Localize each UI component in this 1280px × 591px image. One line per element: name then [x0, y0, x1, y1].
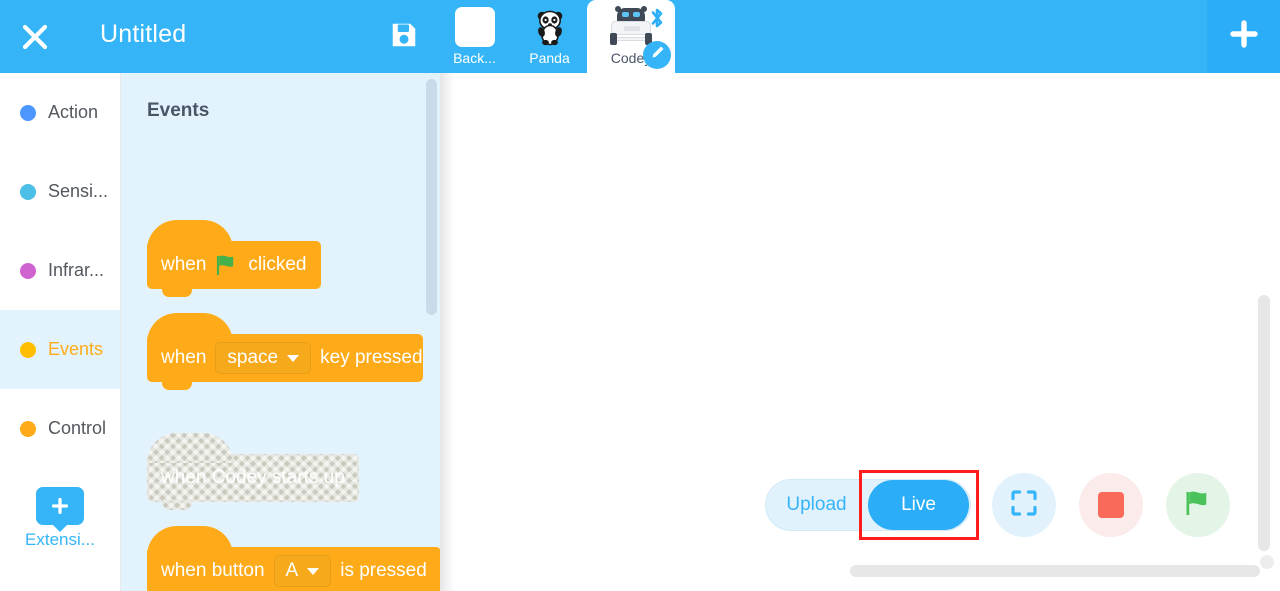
backdrop-thumbnail — [451, 6, 499, 48]
close-x-icon — [20, 22, 50, 52]
category-label: Infrar... — [48, 260, 105, 280]
key-dropdown[interactable]: space — [215, 342, 312, 374]
sidebar-item-events[interactable]: Events — [0, 310, 120, 389]
sidebar-item-infrared[interactable]: Infrar... — [0, 231, 120, 310]
fullscreen-icon — [1010, 489, 1038, 522]
extension-label: Extensi... — [25, 529, 95, 549]
block-text-suffix: is pressed — [340, 560, 427, 581]
block-when-flag-clicked[interactable]: when clicked — [147, 220, 321, 297]
canvas-left-shadow — [440, 73, 454, 591]
block-text: when Codey starts up — [161, 467, 345, 488]
button-dropdown-value: A — [285, 560, 299, 581]
category-color-dot — [20, 183, 36, 200]
stop-square-icon — [1098, 492, 1124, 518]
fullscreen-button[interactable] — [992, 473, 1056, 537]
device-tab-label: Back... — [453, 50, 496, 66]
plus-icon — [1226, 16, 1262, 57]
save-button[interactable] — [387, 20, 421, 54]
category-sidebar: Action Sensi... Infrar... Events Control… — [0, 73, 121, 591]
category-label: Control — [48, 418, 107, 438]
mode-toggle: Upload Live — [765, 479, 971, 531]
category-label: Sensi... — [48, 181, 109, 201]
button-dropdown[interactable]: A — [273, 555, 332, 587]
category-label: Action — [48, 102, 99, 122]
green-flag-icon — [1183, 489, 1213, 522]
chevron-down-icon — [287, 354, 300, 362]
pencil-edit-icon — [650, 45, 665, 65]
sidebar-item-sensing[interactable]: Sensi... — [0, 152, 120, 231]
close-button[interactable] — [12, 14, 58, 60]
sidebar-item-action[interactable]: Action — [0, 73, 120, 152]
bluetooth-icon — [647, 7, 667, 29]
category-color-dot — [20, 262, 36, 279]
canvas-scroll-corner — [1260, 555, 1274, 569]
live-mode-button[interactable]: Live — [868, 480, 969, 530]
block-text-suffix: key pressed — [320, 347, 423, 368]
panda-sprite-icon — [526, 6, 574, 48]
sidebar-item-control[interactable]: Control — [0, 389, 120, 468]
block-when-key-pressed[interactable]: when space key pressed — [147, 313, 423, 390]
add-extension-button[interactable]: Extensi... — [0, 468, 120, 568]
device-tab-panda[interactable]: Panda — [512, 0, 587, 73]
device-tab-codey[interactable]: Codey — [587, 0, 675, 73]
block-text-suffix: clicked — [248, 254, 307, 275]
green-flag-icon — [215, 254, 239, 276]
key-dropdown-value: space — [227, 347, 279, 368]
chevron-down-icon — [307, 567, 320, 575]
plus-bubble-icon — [36, 486, 84, 525]
upload-mode-button[interactable]: Upload — [766, 480, 867, 530]
block-text-prefix: when — [161, 347, 207, 368]
block-palette: Events when clicked when space key press… — [121, 73, 440, 591]
category-label: Events — [48, 339, 104, 359]
block-text-prefix: when — [161, 254, 207, 275]
start-button[interactable] — [1166, 473, 1230, 537]
device-tab-backdrop[interactable]: Back... — [437, 0, 512, 73]
stop-button[interactable] — [1079, 473, 1143, 537]
device-tab-strip: Back... Panda Codey — [437, 0, 675, 73]
palette-section-header: Events — [147, 100, 210, 121]
category-color-dot — [20, 104, 36, 121]
block-text-prefix: when button — [161, 560, 265, 581]
category-color-dot — [20, 341, 36, 358]
device-tab-label: Panda — [529, 50, 570, 66]
palette-scrollbar[interactable] — [426, 79, 437, 315]
category-color-dot — [20, 420, 36, 437]
edit-device-button[interactable] — [643, 41, 671, 69]
add-device-button[interactable] — [1207, 0, 1280, 73]
canvas-vertical-scrollbar[interactable] — [1258, 295, 1270, 551]
canvas-horizontal-scrollbar[interactable] — [850, 565, 1260, 577]
page-title: Untitled — [100, 20, 187, 48]
floppy-save-icon — [389, 20, 419, 55]
top-bar: Untitled Back... Panda Codey — [0, 0, 1280, 73]
block-when-codey-starts-up[interactable]: when Codey starts up — [147, 433, 359, 510]
